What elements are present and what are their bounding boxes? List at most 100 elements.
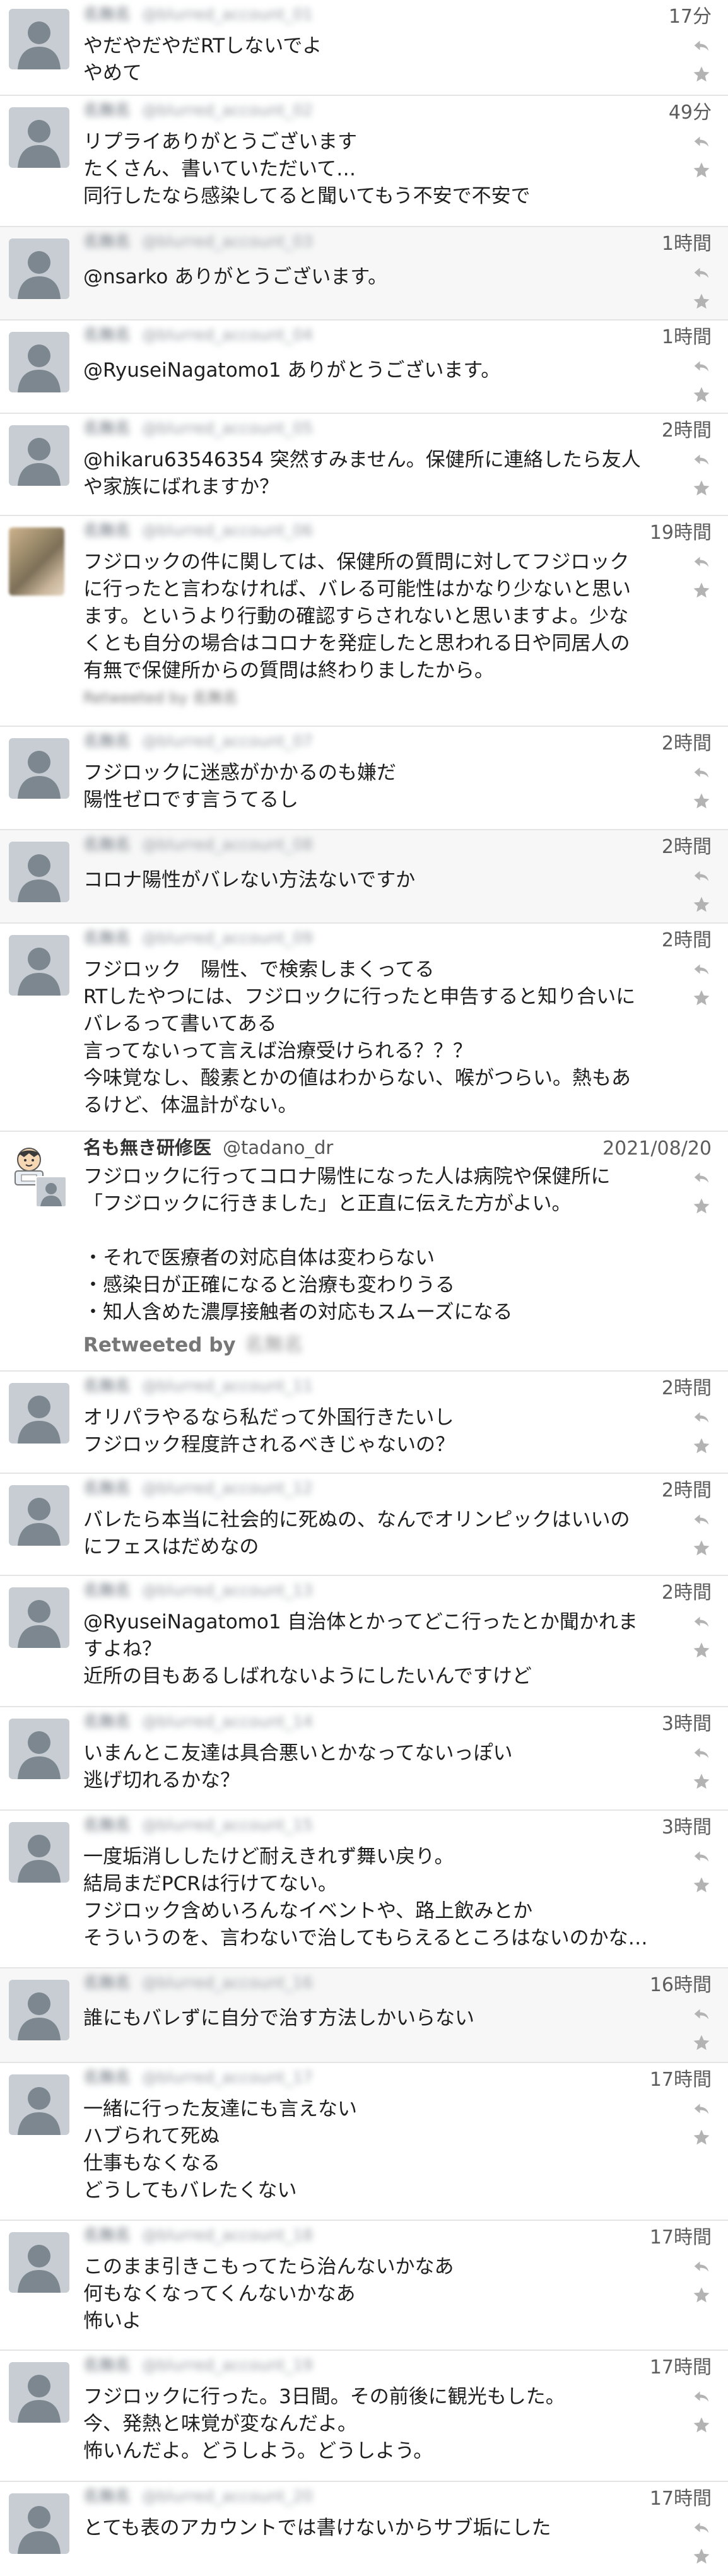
tweet-time[interactable]: 17時間 [650, 2069, 712, 2091]
display-name[interactable]: 名無名 [83, 521, 131, 540]
screen-name[interactable]: @blurred_account_12 [142, 1479, 313, 1498]
star-icon[interactable] [689, 65, 714, 90]
reply-icon[interactable] [689, 1743, 714, 1768]
tweet-author[interactable]: 名無名 @blurred_account_07 [83, 732, 313, 751]
tweet[interactable]: 名無名 @blurred_account_19 17時間 フジロックに行った。3日… [0, 2351, 728, 2482]
tweet-author[interactable]: 名無名 @blurred_account_03 [83, 232, 313, 251]
tweet[interactable]: 名無名 @blurred_account_14 3時間 いまんとこ友達は具合悪いと… [0, 1707, 728, 1811]
star-icon[interactable] [689, 1772, 714, 1797]
screen-name[interactable]: @blurred_account_17 [142, 2068, 313, 2087]
screen-name[interactable]: @blurred_account_07 [142, 732, 313, 751]
display-name[interactable]: 名無名 [83, 1377, 131, 1396]
tweet[interactable]: 名無名 @blurred_account_03 1時間 @nsarko ありがとう… [0, 227, 728, 321]
tweet-author[interactable]: 名無名 @blurred_account_08 [83, 835, 313, 854]
screen-name[interactable]: @tadano_dr [223, 1138, 333, 1157]
tweet-time[interactable]: 2時間 [662, 733, 712, 755]
screen-name[interactable]: @blurred_account_14 [142, 1712, 313, 1731]
screen-name[interactable]: @blurred_account_05 [142, 419, 313, 438]
display-name[interactable]: 名無名 [83, 1479, 131, 1498]
reply-icon[interactable] [689, 1612, 714, 1637]
default-avatar-icon[interactable] [9, 238, 69, 299]
star-icon[interactable] [689, 1876, 714, 1901]
tweet-author[interactable]: 名無名 @blurred_account_15 [83, 1816, 313, 1835]
screen-name[interactable]: @blurred_account_06 [142, 521, 313, 540]
tweet-author[interactable]: 名無名 @blurred_account_02 [83, 101, 313, 120]
star-icon[interactable] [689, 1197, 714, 1222]
screen-name[interactable]: @blurred_account_01 [142, 5, 313, 24]
retweeter-avatar-icon[interactable] [35, 1176, 67, 1208]
reply-icon[interactable] [689, 2518, 714, 2543]
display-name[interactable]: 名無名 [83, 101, 131, 120]
screen-name[interactable]: @blurred_account_02 [142, 101, 313, 120]
tweet-time[interactable]: 2時間 [662, 1480, 712, 1502]
default-avatar-icon[interactable] [9, 2362, 69, 2423]
tweet-time[interactable]: 16時間 [650, 1975, 712, 1996]
tweet[interactable]: 名無名 @blurred_account_15 3時間 一度垢消ししたけど耐えきれ… [0, 1811, 728, 1968]
tweet[interactable]: 名無名 @blurred_account_12 2時間 バレたら本当に社会的に死ぬ… [0, 1474, 728, 1576]
tweet-time[interactable]: 17時間 [650, 2488, 712, 2510]
default-avatar-icon[interactable] [9, 2232, 69, 2293]
display-name[interactable]: 名無名 [83, 1816, 131, 1835]
tweet-time[interactable]: 2時間 [662, 837, 712, 858]
tweet-time[interactable]: 2時間 [662, 420, 712, 442]
screen-name[interactable]: @blurred_account_08 [142, 835, 313, 854]
display-name[interactable]: 名無名 [83, 2356, 131, 2375]
tweet-author[interactable]: 名無名 @blurred_account_17 [83, 2068, 313, 2087]
display-name[interactable]: 名無名 [83, 732, 131, 751]
tweet-time[interactable]: 1時間 [662, 327, 712, 348]
default-avatar-icon[interactable] [9, 107, 69, 168]
retweeter-name[interactable]: 名無名 [245, 1334, 303, 1356]
tweet-author[interactable]: 名無名 @blurred_account_19 [83, 2356, 313, 2375]
reply-icon[interactable] [689, 1510, 714, 1535]
tweet-author[interactable]: 名無名 @blurred_account_09 [83, 929, 313, 948]
tweet-time[interactable]: 2021/08/20 [602, 1138, 712, 1160]
reply-icon[interactable] [689, 2387, 714, 2412]
tweet[interactable]: 名無名 @blurred_account_08 2時間 コロナ陽性がバレない方法な… [0, 830, 728, 924]
tweet-author[interactable]: 名無名 @blurred_account_05 [83, 419, 313, 438]
reply-icon[interactable] [689, 2257, 714, 2282]
display-name[interactable]: 名無名 [83, 232, 131, 251]
default-avatar-icon[interactable] [9, 425, 69, 486]
reply-icon[interactable] [689, 36, 714, 61]
reply-icon[interactable] [689, 1847, 714, 1872]
tweet[interactable]: 名無名 @blurred_account_02 49分 リプライありがとうございま… [0, 96, 728, 227]
tweet[interactable]: 名無名 @blurred_account_07 2時間 フジロックに迷惑がかかるの… [0, 727, 728, 830]
display-name[interactable]: 名無名 [83, 2226, 131, 2245]
tweet-time[interactable]: 17分 [669, 6, 712, 28]
default-avatar-icon[interactable] [9, 2493, 69, 2554]
tweet-author[interactable]: 名無名 @blurred_account_18 [83, 2226, 313, 2245]
retweeted-by[interactable]: Retweeted by 名無名 [83, 1332, 303, 1358]
display-name[interactable]: 名無名 [83, 1973, 131, 1992]
star-icon[interactable] [689, 1539, 714, 1564]
screen-name[interactable]: @blurred_account_20 [142, 2487, 313, 2506]
reply-icon[interactable] [689, 1408, 714, 1433]
tweet-time[interactable]: 1時間 [662, 233, 712, 255]
tweet-author[interactable]: 名無名 @blurred_account_16 [83, 1973, 313, 1992]
screen-name[interactable]: @blurred_account_18 [142, 2226, 313, 2245]
tweet[interactable]: 名無名 @blurred_account_18 17時間 このまま引きこもってたら… [0, 2221, 728, 2351]
display-name[interactable]: 名無名 [83, 929, 131, 948]
reply-icon[interactable] [689, 356, 714, 382]
default-avatar-icon[interactable] [9, 738, 69, 799]
reply-icon[interactable] [689, 450, 714, 475]
default-avatar-icon[interactable] [9, 9, 69, 69]
tweet-author[interactable]: 名無名 @blurred_account_13 [83, 1581, 313, 1600]
tweet-time[interactable]: 3時間 [662, 1714, 712, 1735]
default-avatar-icon[interactable] [9, 1822, 69, 1883]
default-avatar-icon[interactable] [9, 935, 69, 996]
default-avatar-icon[interactable] [9, 1719, 69, 1779]
reply-icon[interactable] [689, 263, 714, 288]
tweet[interactable]: 名無名 @blurred_account_01 17分 やだやだやだRTしないでよ… [0, 0, 728, 96]
star-icon[interactable] [689, 1437, 714, 1462]
reply-icon[interactable] [689, 2004, 714, 2030]
tweet-author[interactable]: 名無名 @blurred_account_12 [83, 1479, 313, 1498]
display-name[interactable]: 名無名 [83, 1581, 131, 1600]
tweet[interactable]: 名無名 @blurred_account_16 16時間 誰にもバレずに自分で治す… [0, 1968, 728, 2063]
reply-icon[interactable] [689, 1168, 714, 1193]
tweet[interactable]: 名無名 @blurred_account_09 2時間 フジロック 陽性、で検索し… [0, 924, 728, 1132]
tweet-time[interactable]: 19時間 [650, 522, 712, 544]
star-icon[interactable] [689, 1641, 714, 1666]
tweet[interactable]: 名無名 @blurred_account_05 2時間 @hikaru635463… [0, 414, 728, 516]
tweet[interactable]: 名無名 @blurred_account_13 2時間 @RyuseiNagato… [0, 1576, 728, 1707]
default-avatar-icon[interactable] [9, 1485, 69, 1546]
